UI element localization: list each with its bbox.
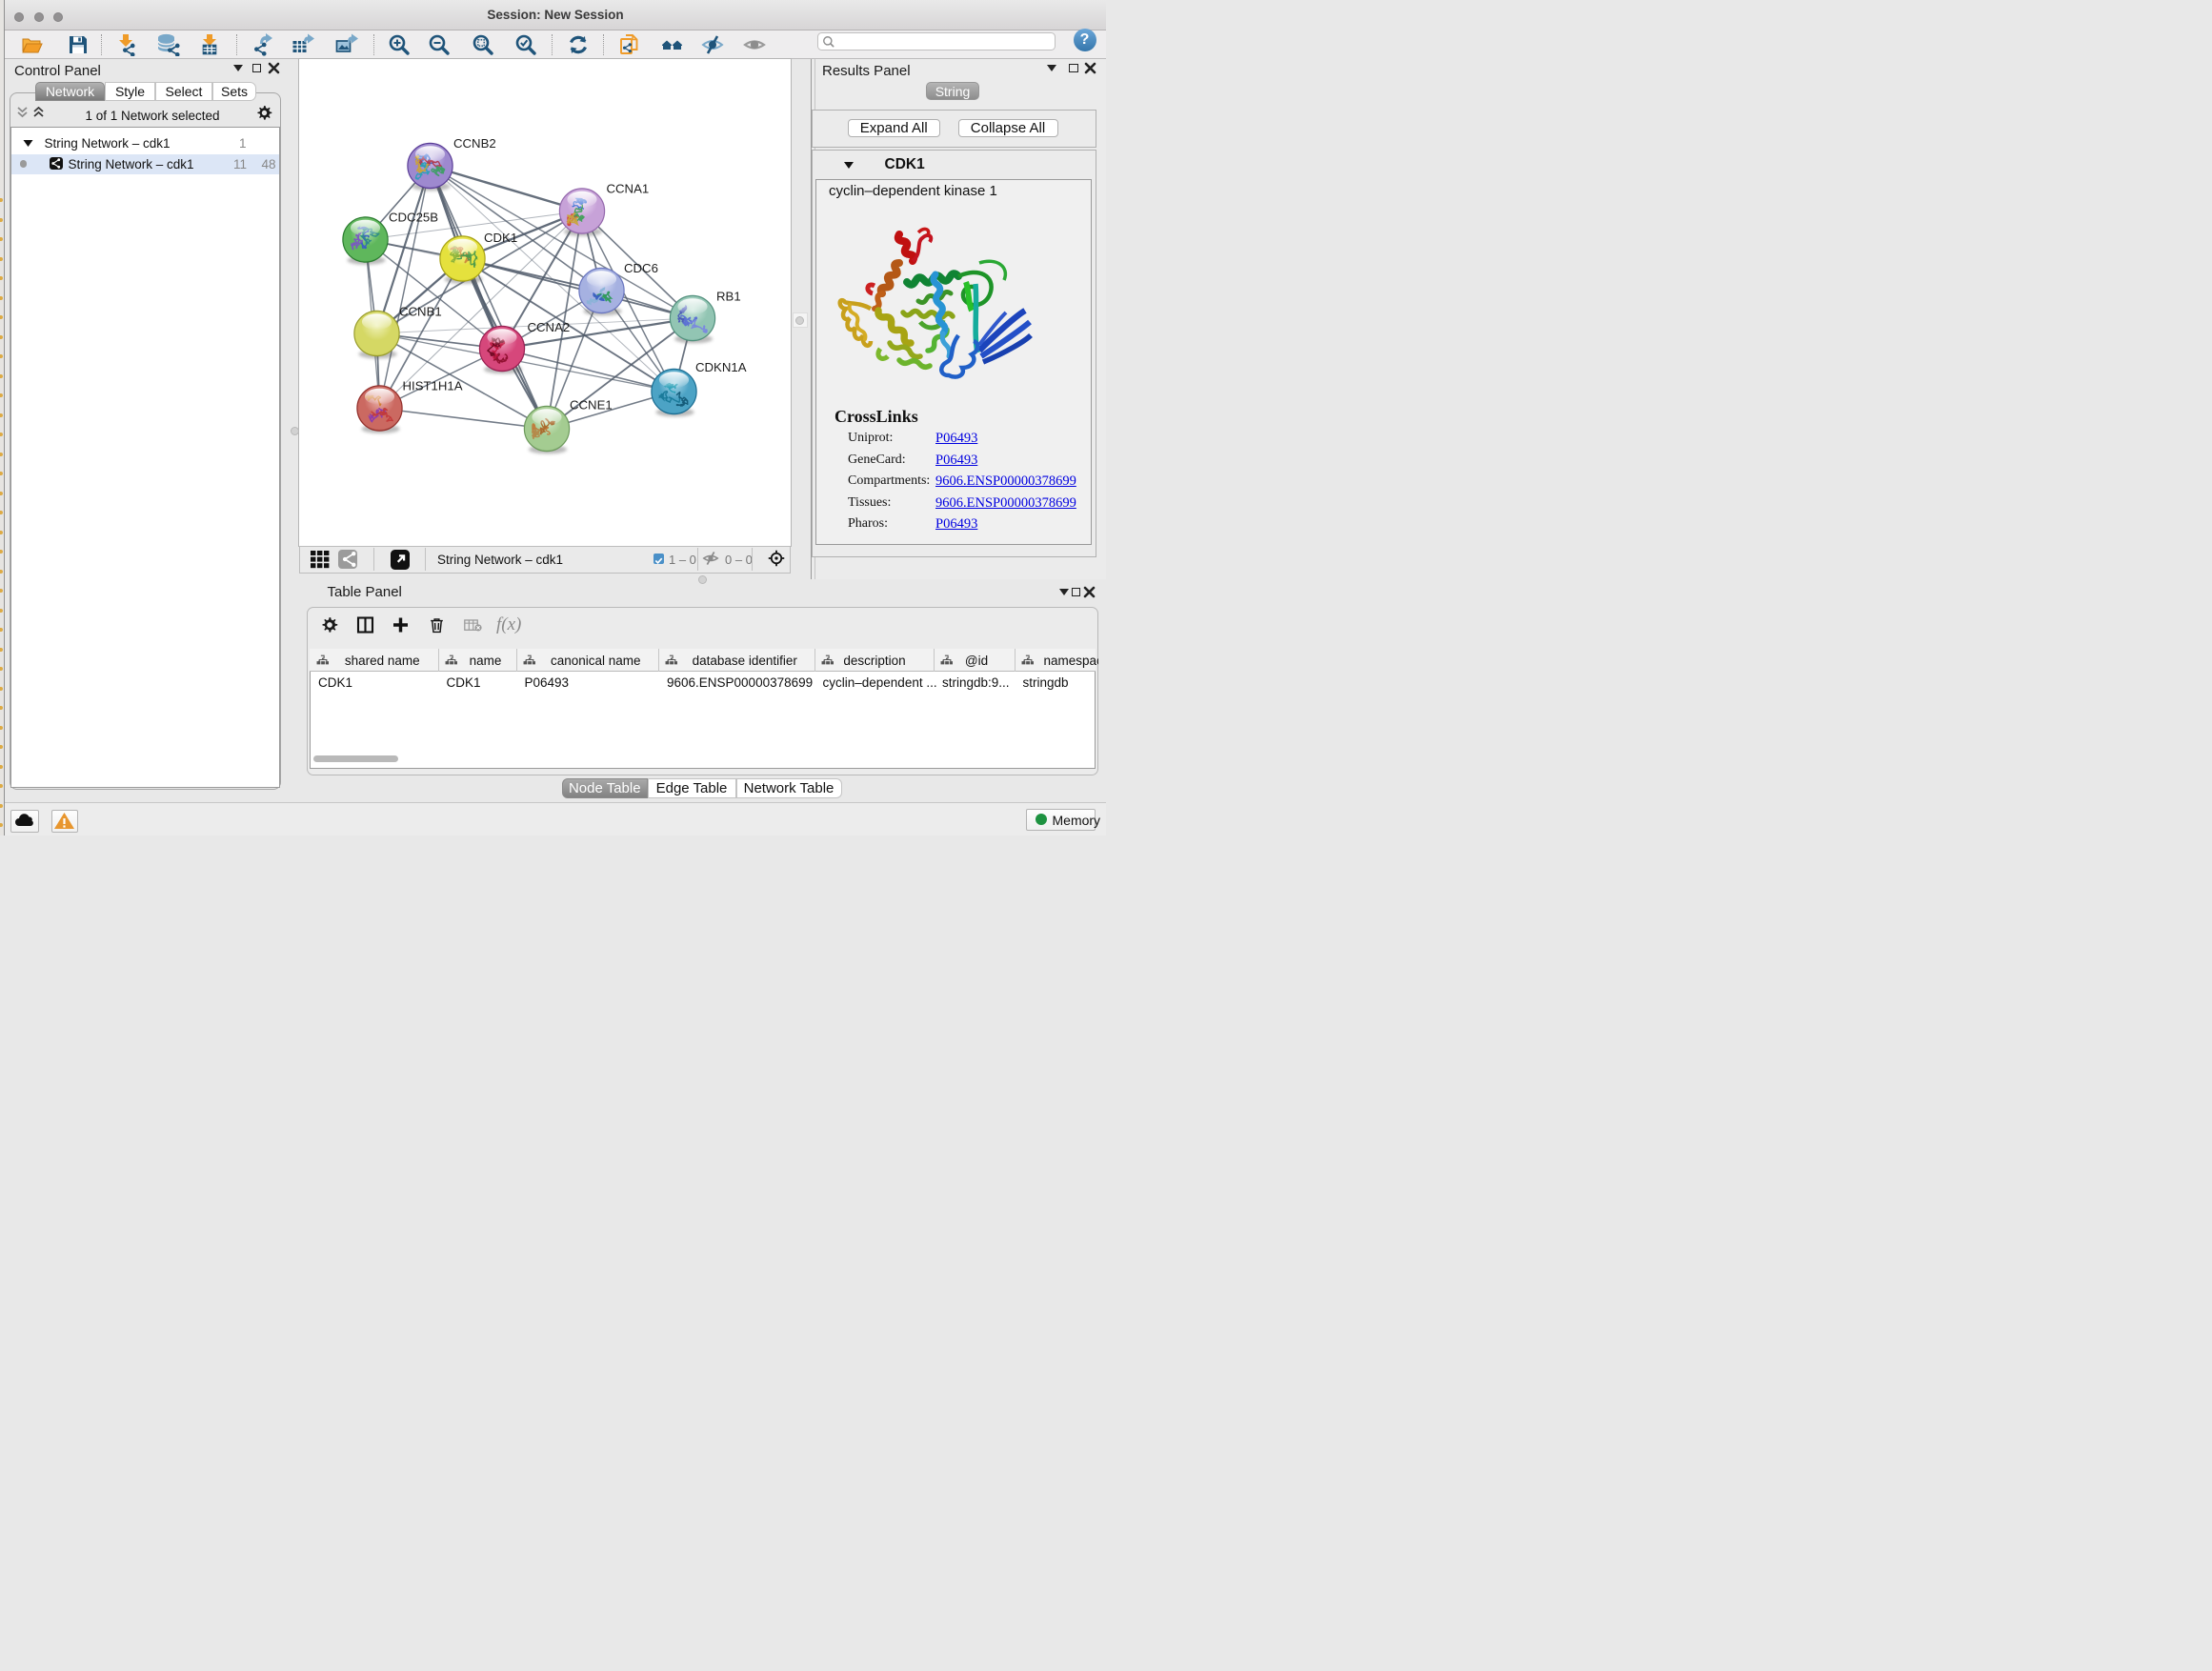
svg-text:CDKN1A: CDKN1A <box>695 360 747 374</box>
svg-text:CCNB2: CCNB2 <box>453 136 496 151</box>
svg-text:RB1: RB1 <box>716 290 741 304</box>
svg-text:CCNB1: CCNB1 <box>399 305 442 319</box>
svg-text:CCNA2: CCNA2 <box>528 320 571 334</box>
svg-text:CDC6: CDC6 <box>624 261 658 275</box>
svg-text:HIST1H1A: HIST1H1A <box>403 379 463 393</box>
svg-text:CDC25B: CDC25B <box>389 211 438 225</box>
svg-text:CCNA1: CCNA1 <box>607 182 650 196</box>
svg-text:CCNE1: CCNE1 <box>570 398 613 413</box>
svg-text:CDK1: CDK1 <box>484 231 517 245</box>
